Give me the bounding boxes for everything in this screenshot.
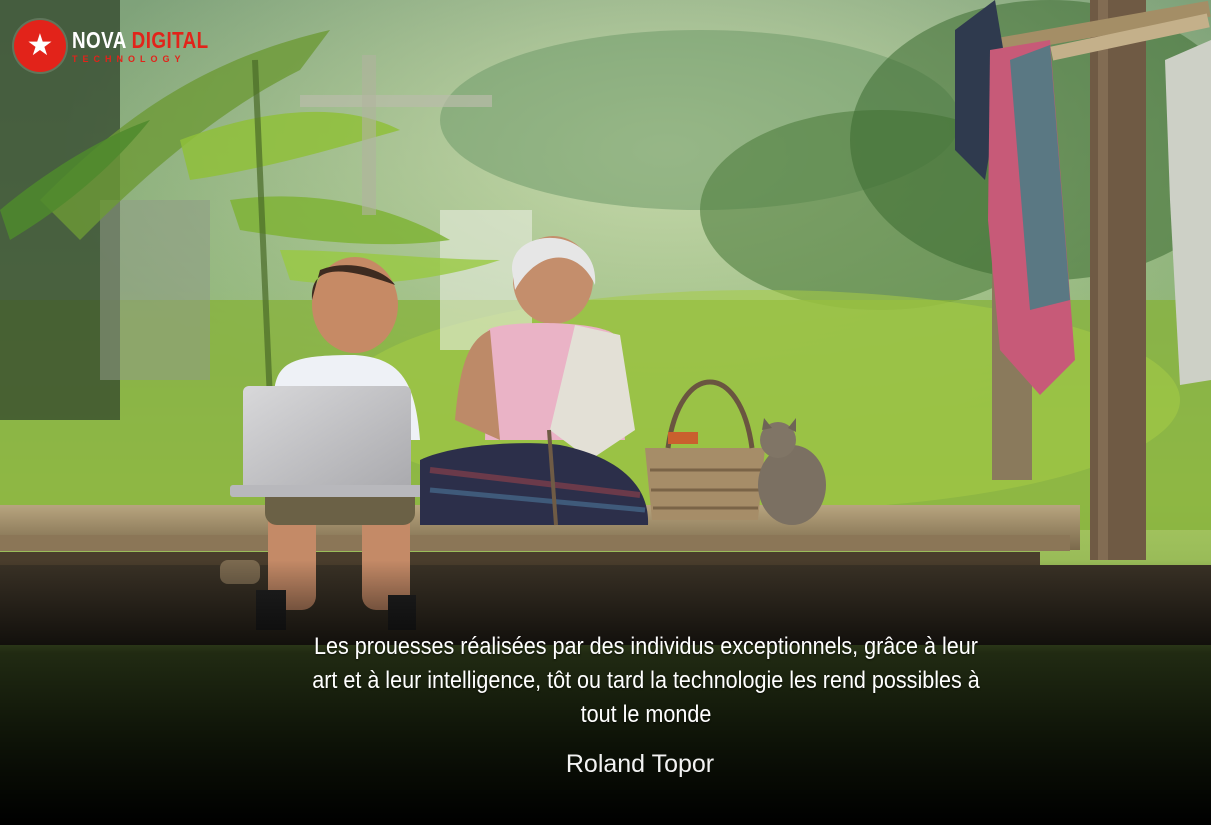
quote-text: Les prouesses réalisées par des individu… (312, 633, 980, 728)
brand-tagline: TECHNOLOGY (72, 54, 186, 64)
brand-name-part2: DIGITAL (131, 27, 209, 53)
brand-name-part1: NOVA (72, 27, 127, 53)
brand-logo[interactable]: ★ NOVA DIGITAL TECHNOLOGY (14, 18, 239, 74)
star-swoosh-icon: ★ (14, 20, 66, 72)
quote-author: Roland Topor (565, 750, 715, 778)
brand-wordmark: NOVA DIGITAL TECHNOLOGY (72, 28, 239, 64)
